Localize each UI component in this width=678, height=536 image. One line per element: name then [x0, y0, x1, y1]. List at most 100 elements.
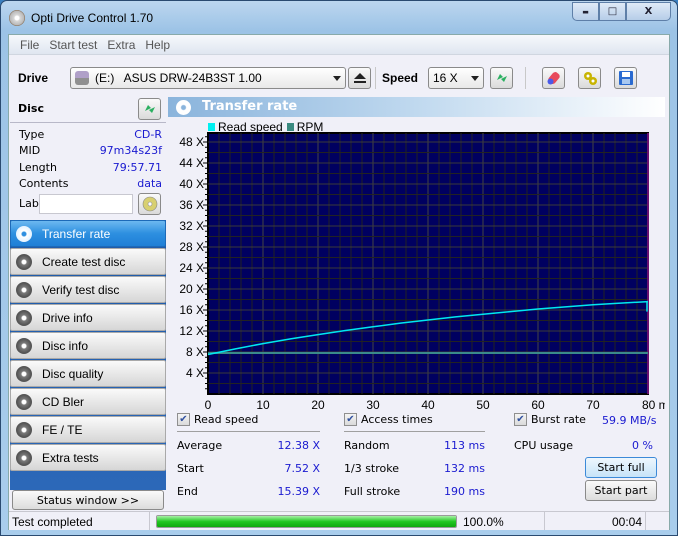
minimize-icon: ▬	[582, 7, 589, 16]
client-area: File Start test Extra Help Drive (E:) AS…	[8, 34, 678, 530]
fe-te-icon	[16, 421, 32, 438]
settings-icon	[583, 72, 597, 85]
disc-contents-row: Contents data	[19, 177, 162, 190]
transfer-rate-icon	[176, 100, 191, 115]
settings-button[interactable]	[578, 67, 601, 89]
drive-value: (E:) ASUS DRW-24B3ST 1.00	[95, 71, 262, 85]
cpu-row: CPU usage 0 %	[514, 439, 653, 452]
burst-rate-checkbox[interactable]: ✔	[514, 413, 527, 426]
y-tick-label: 12 X	[179, 324, 204, 338]
maximize-button[interactable]: □	[599, 2, 626, 21]
nav-fe-te[interactable]: FE / TE	[10, 416, 166, 443]
nav-disc-quality[interactable]: Disc quality	[10, 360, 166, 387]
access-times-label: Access times	[361, 413, 433, 426]
y-tick-label: 40 X	[179, 177, 204, 191]
status-message: Test completed	[12, 515, 93, 529]
y-tick-label: 8 X	[186, 345, 204, 359]
y-tick-label: 16 X	[179, 303, 204, 317]
drive-label: Drive	[18, 71, 49, 85]
create-disc-icon	[16, 253, 32, 270]
stats-panel: ✔ Read speed Average 12.38 X Start 7.52 X …	[168, 409, 665, 505]
eject-button[interactable]	[348, 67, 371, 89]
access-times-header: ✔ Access times	[344, 413, 433, 426]
disc-type-label: Type	[19, 128, 45, 141]
avg-value: 12.38 X	[277, 439, 320, 452]
start-part-button[interactable]: Start part	[585, 480, 657, 501]
refresh-speed-button[interactable]	[490, 67, 513, 89]
disc-label-button[interactable]	[138, 193, 161, 215]
nav-create-test-disc[interactable]: Create test disc	[10, 248, 166, 275]
eject-icon	[353, 73, 366, 83]
erase-button[interactable]	[542, 67, 565, 89]
disc-mid-row: MID 97m34s23f	[19, 144, 162, 157]
title-bar: Opti Drive Control 1.70 ▬ □ X	[1, 1, 677, 33]
start-full-button[interactable]: Start full	[585, 457, 657, 478]
y-tick-label: 48 X	[179, 135, 204, 149]
disc-title: Disc	[18, 102, 44, 115]
extra-tests-icon	[16, 449, 32, 466]
drive-select[interactable]: (E:) ASUS DRW-24B3ST 1.00	[70, 67, 346, 89]
start-value: 7.52 X	[284, 462, 320, 475]
x-tick-label: 10	[256, 398, 270, 409]
burst-rate-header: ✔ Burst rate	[514, 413, 586, 426]
cd-icon	[142, 196, 157, 212]
disc-mid-value: 97m34s23f	[99, 144, 162, 157]
nav-verify-test-disc[interactable]: Verify test disc	[10, 276, 166, 303]
disc-label-input[interactable]	[39, 194, 133, 214]
disc-length-value: 79:57.71	[112, 161, 162, 174]
cpu-value: 0 %	[632, 439, 653, 452]
menu-help[interactable]: Help	[140, 35, 175, 54]
menu-bar: File Start test Extra Help	[9, 35, 669, 55]
refresh-disc-button[interactable]	[138, 98, 161, 120]
disc-contents-label: Contents	[19, 177, 69, 190]
x-tick-label: 40	[421, 398, 435, 409]
disc-length-label: Length	[19, 161, 57, 174]
chart-legend: Read speed RPM	[208, 120, 323, 134]
nav-disc-info[interactable]: Disc info	[10, 332, 166, 359]
menu-extra[interactable]: Extra	[102, 35, 140, 54]
legend-swatch-read-speed	[208, 123, 215, 131]
elapsed-time: 00:04	[612, 515, 643, 529]
nav-label: Create test disc	[42, 254, 126, 269]
nav-extra-tests[interactable]: Extra tests	[10, 444, 166, 471]
nav-transfer-rate[interactable]: Transfer rate	[10, 220, 166, 247]
y-tick-label: 36 X	[179, 198, 204, 212]
chart-svg: 4 X 8 X 12 X 16 X 20 X 24 X 28 X 32 X 36 X 40 X 44…	[179, 132, 678, 412]
toolbar: Drive (E:) ASUS DRW-24B3ST 1.00 Speed 16…	[9, 56, 669, 94]
save-button[interactable]	[614, 67, 637, 89]
access-times-checkbox[interactable]: ✔	[344, 413, 357, 426]
x-tick-label: 50	[476, 398, 490, 409]
legend-swatch-rpm	[286, 123, 294, 131]
minimize-button[interactable]: ▬	[572, 2, 599, 21]
speed-select[interactable]: 16 X	[428, 67, 484, 89]
close-button[interactable]: X	[626, 2, 671, 21]
nav-label: Disc quality	[42, 366, 104, 381]
random-row: Random 113 ms	[344, 439, 485, 452]
nav-label: Drive info	[42, 310, 93, 325]
chevron-down-icon	[471, 76, 479, 81]
disc-type-value: CD-R	[134, 128, 162, 141]
x-tick-label: 60	[531, 398, 545, 409]
legend-read-speed: Read speed	[218, 120, 283, 134]
nav-cd-bler[interactable]: CD Bler	[10, 388, 166, 415]
y-tick-label: 44 X	[179, 156, 204, 170]
nav-drive-info[interactable]: Drive info	[10, 304, 166, 331]
drive-icon	[75, 71, 89, 85]
read-speed-checkbox[interactable]: ✔	[177, 413, 190, 426]
disc-contents-value: data	[137, 177, 162, 190]
burst-rate-label: Burst rate	[531, 413, 586, 426]
start-label: Start	[177, 462, 204, 475]
avg-label: Average	[177, 439, 223, 452]
speed-label: Speed	[382, 71, 419, 85]
status-window-button[interactable]: Status window >>	[12, 490, 164, 510]
x-tick-label: 30	[366, 398, 380, 409]
legend-rpm: RPM	[296, 120, 324, 134]
nav-label: Disc info	[42, 338, 89, 353]
menu-start-test[interactable]: Start test	[44, 35, 102, 54]
nav-label: Extra tests	[42, 450, 99, 465]
third-stroke-value: 132 ms	[444, 462, 485, 475]
menu-file[interactable]: File	[15, 35, 44, 54]
disc-length-row: Length 79:57.71	[19, 161, 162, 174]
y-tick-label: 28 X	[179, 240, 204, 254]
test-nav: Transfer rate Create test disc Verify te…	[10, 220, 166, 490]
